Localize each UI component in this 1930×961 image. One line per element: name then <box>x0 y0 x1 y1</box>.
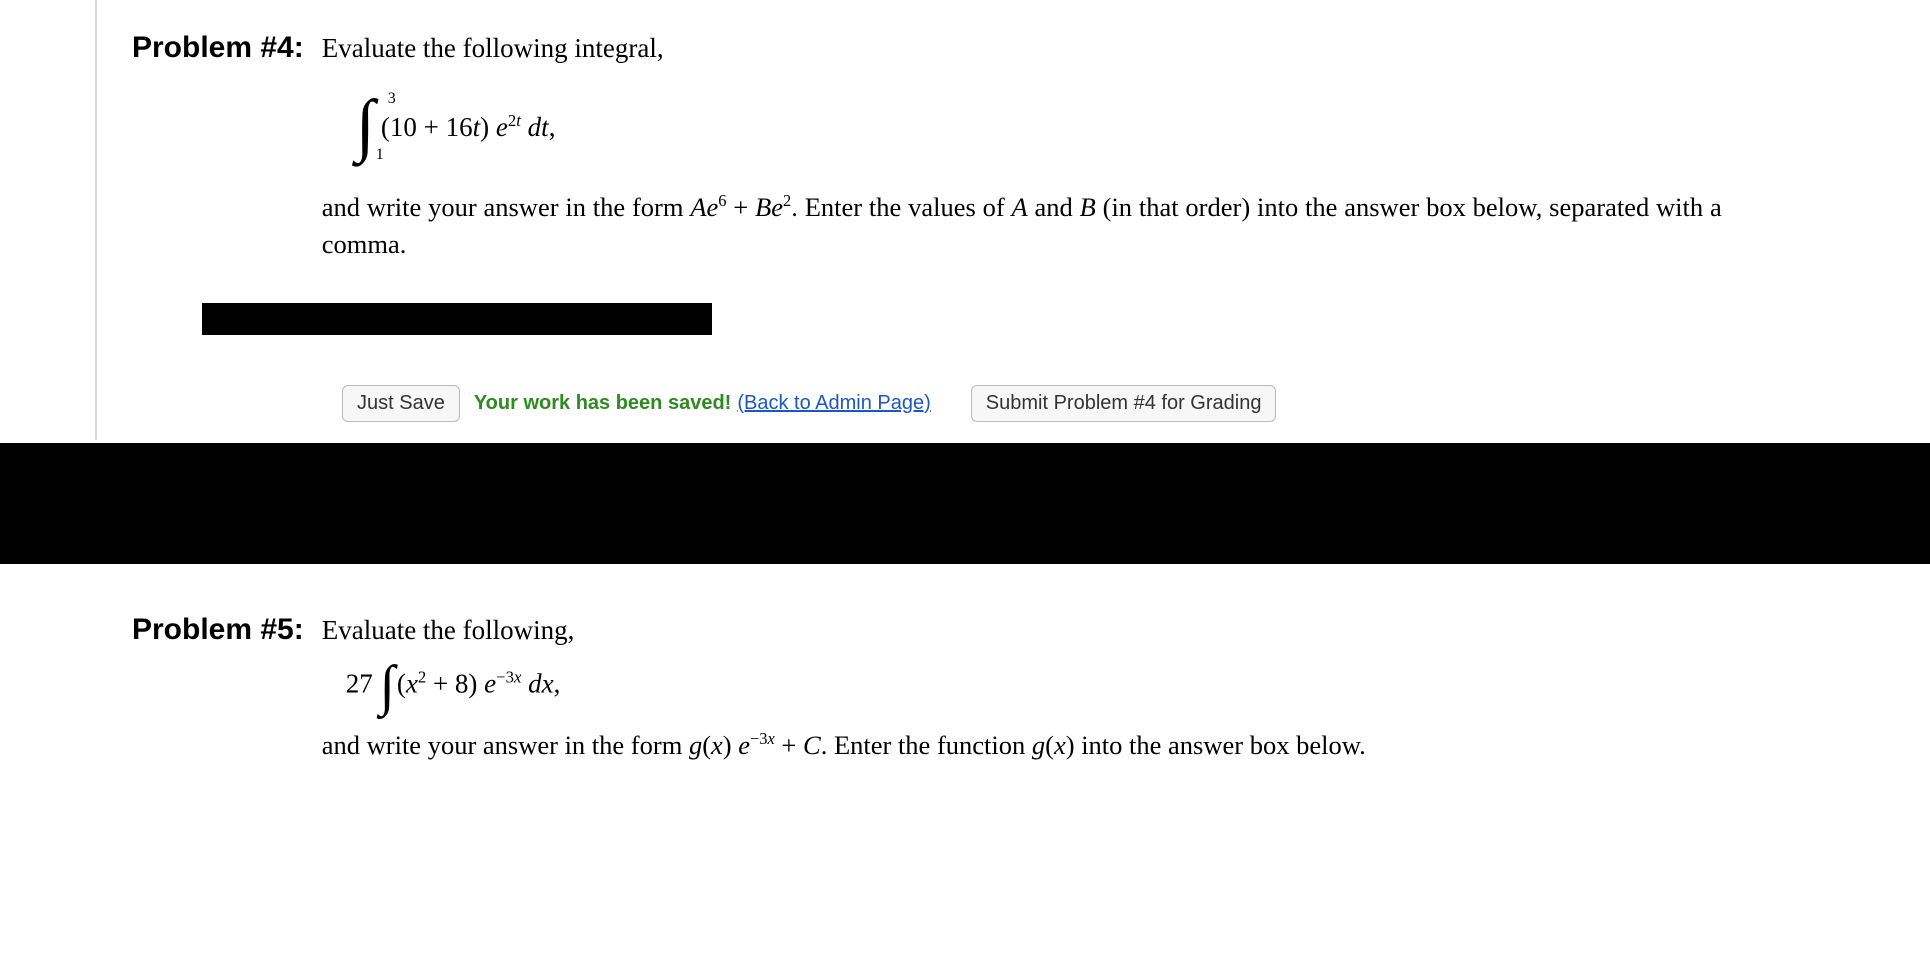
redacted-answer-box <box>202 303 712 335</box>
problem-5-prompt: Evaluate the following, <box>322 612 1910 650</box>
problem-4-prompt: Evaluate the following integral, <box>322 30 1910 68</box>
problem-5-block: Problem #5: Evaluate the following, 27 ∫… <box>132 612 1910 764</box>
problem-4-label: Problem #4: <box>132 31 304 65</box>
integrand: (10 + 16t) e2t dt, <box>381 109 556 147</box>
integral-upper-limit: 3 <box>388 88 396 110</box>
problem-4-explanation: and write your answer in the form Ae6 + … <box>322 189 1722 263</box>
redacted-section <box>0 443 1930 564</box>
problem-4-integral: ∫ 3 1 (10 + 16t) e2t dt, <box>356 98 1910 159</box>
problem-5-integral: 27 ∫(x2 + 8) e−3x dx, <box>346 664 1910 709</box>
integral-symbol: ∫ 3 1 <box>356 98 375 159</box>
problem-5-header-row: Problem #5: Evaluate the following, 27 ∫… <box>132 612 1910 764</box>
integral-symbol: ∫ <box>379 664 394 709</box>
problem-5-explanation: and write your answer in the form g(x) e… <box>322 727 1722 764</box>
page: Problem #4: Evaluate the following integ… <box>0 0 1930 961</box>
problem-4-body: Evaluate the following integral, ∫ 3 1 (… <box>322 30 1910 263</box>
problem-5-label: Problem #5: <box>132 613 304 647</box>
problem-4-header-row: Problem #4: Evaluate the following integ… <box>132 30 1910 263</box>
problem-4-block: Problem #4: Evaluate the following integ… <box>132 30 1910 422</box>
submit-problem-4-button[interactable]: Submit Problem #4 for Grading <box>971 385 1277 422</box>
problem-5-body: Evaluate the following, 27 ∫(x2 + 8) e−3… <box>322 612 1910 764</box>
integral-lower-limit: 1 <box>376 144 384 166</box>
left-divider <box>95 0 97 440</box>
saved-message: Your work has been saved! <box>474 392 732 415</box>
just-save-button[interactable]: Just Save <box>342 385 460 422</box>
problem-4-button-row: Just Save Your work has been saved! (Bac… <box>342 385 1910 422</box>
back-to-admin-link[interactable]: (Back to Admin Page) <box>737 392 930 415</box>
